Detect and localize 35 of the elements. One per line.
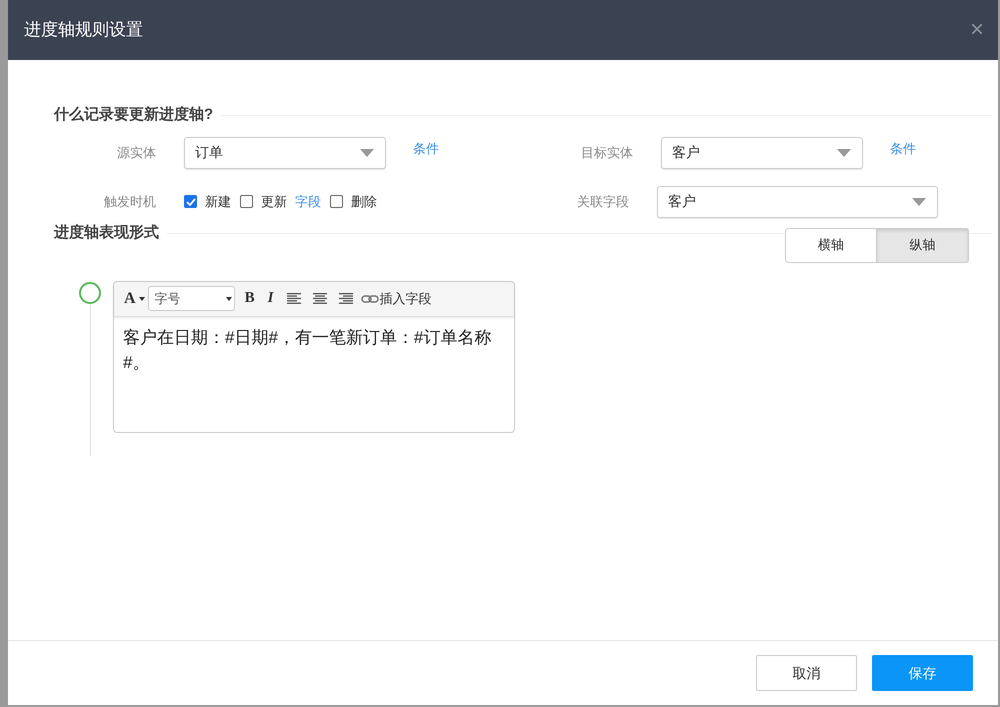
caret-icon: [226, 296, 232, 300]
field-label: 关联字段: [576, 192, 630, 210]
bold-button[interactable]: B: [244, 287, 255, 310]
caret-icon: [138, 296, 145, 300]
font-color-button[interactable]: A: [124, 286, 145, 310]
dropdown-caret-icon: [836, 148, 852, 158]
align-left-icon[interactable]: [286, 292, 302, 304]
checkbox-label: 新建: [205, 192, 231, 211]
checkbox-label: 更新: [261, 192, 287, 211]
cancel-button[interactable]: 取消: [756, 655, 857, 691]
align-center-icon[interactable]: [312, 292, 328, 304]
checkbox[interactable]: [330, 195, 343, 208]
editor-content[interactable]: 客户在日期：#日期#，有一笔新订单：#订单名称#。: [114, 316, 514, 382]
field-label: 目标实体: [580, 144, 634, 162]
section-title: 进度轴表现形式: [54, 223, 159, 244]
font-size-select[interactable]: 字号: [148, 286, 235, 311]
field-label: 源实体: [116, 144, 157, 162]
select-field[interactable]: 订单: [184, 136, 386, 168]
select-field[interactable]: 客户: [657, 186, 938, 218]
orientation-tab[interactable]: 纵轴: [877, 228, 969, 262]
dropdown-caret-icon: [911, 196, 927, 206]
align-right-icon[interactable]: [338, 292, 354, 304]
insert-field-button[interactable]: 插入字段: [361, 288, 432, 308]
italic-button[interactable]: I: [268, 287, 274, 310]
dialog-title: 进度轴规则设置: [24, 19, 143, 42]
checkbox-label: 删除: [351, 192, 377, 211]
field-label: 触发时机: [103, 192, 157, 210]
link-icon: [361, 294, 380, 302]
timeline-node-icon: [79, 282, 101, 304]
checkbox[interactable]: [184, 195, 197, 208]
checkbox[interactable]: [240, 195, 253, 208]
section-title: 什么记录要更新进度轴?: [54, 105, 214, 125]
orientation-tab[interactable]: 横轴: [785, 228, 877, 262]
dropdown-caret-icon: [359, 148, 375, 158]
select-field[interactable]: 客户: [661, 136, 863, 168]
